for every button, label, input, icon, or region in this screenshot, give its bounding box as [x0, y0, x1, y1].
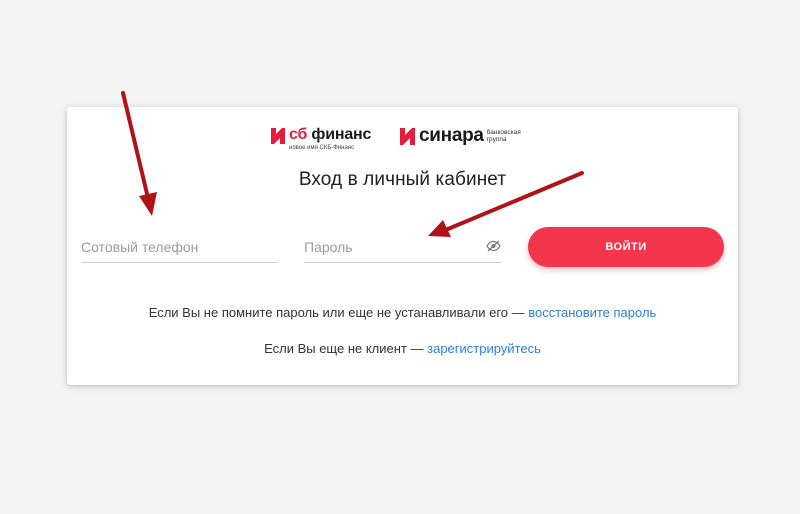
login-button[interactable]: ВОЙТИ [528, 227, 724, 267]
sb-finance-logo-tagline: новое имя СКБ-Финанс [289, 145, 355, 151]
register-text: Если Вы еще не клиент — зарегистрируйтес… [67, 341, 738, 356]
phone-input[interactable] [81, 234, 278, 260]
page-title: Вход в личный кабинет [298, 169, 507, 190]
recover-password-prompt: Если Вы не помните пароль или еще не уст… [148, 305, 529, 320]
sb-finance-logo: сб финанс новое имя СКБ-Финанс [270, 126, 371, 152]
login-card: сб финанс новое имя СКБ-Финанс синара ба… [67, 107, 738, 385]
sb-finance-logo-name: сб финанс [289, 126, 372, 143]
sinara-logo-tagline: банковская группа [486, 129, 521, 143]
logo-row: сб финанс новое имя СКБ-Финанс синара ба… [67, 126, 738, 156]
sinara-logo-name: синара [419, 125, 484, 146]
sinara-logo-icon [400, 128, 415, 145]
recover-password-text: Если Вы не помните пароль или еще не уст… [67, 305, 738, 320]
recover-password-link[interactable]: восстановите пароль [528, 305, 656, 320]
sb-finance-logo-icon [271, 128, 285, 144]
register-prompt: Если Вы еще не клиент — [264, 341, 428, 356]
page: сб финанс новое имя СКБ-Финанс синара ба… [0, 0, 800, 514]
phone-field [81, 234, 278, 263]
password-field [304, 234, 501, 263]
sinara-logo: синара банковская группа [399, 126, 527, 146]
register-link[interactable]: зарегистрируйтесь [427, 341, 541, 356]
password-input[interactable] [304, 234, 501, 260]
eye-hidden-icon[interactable] [486, 240, 501, 252]
